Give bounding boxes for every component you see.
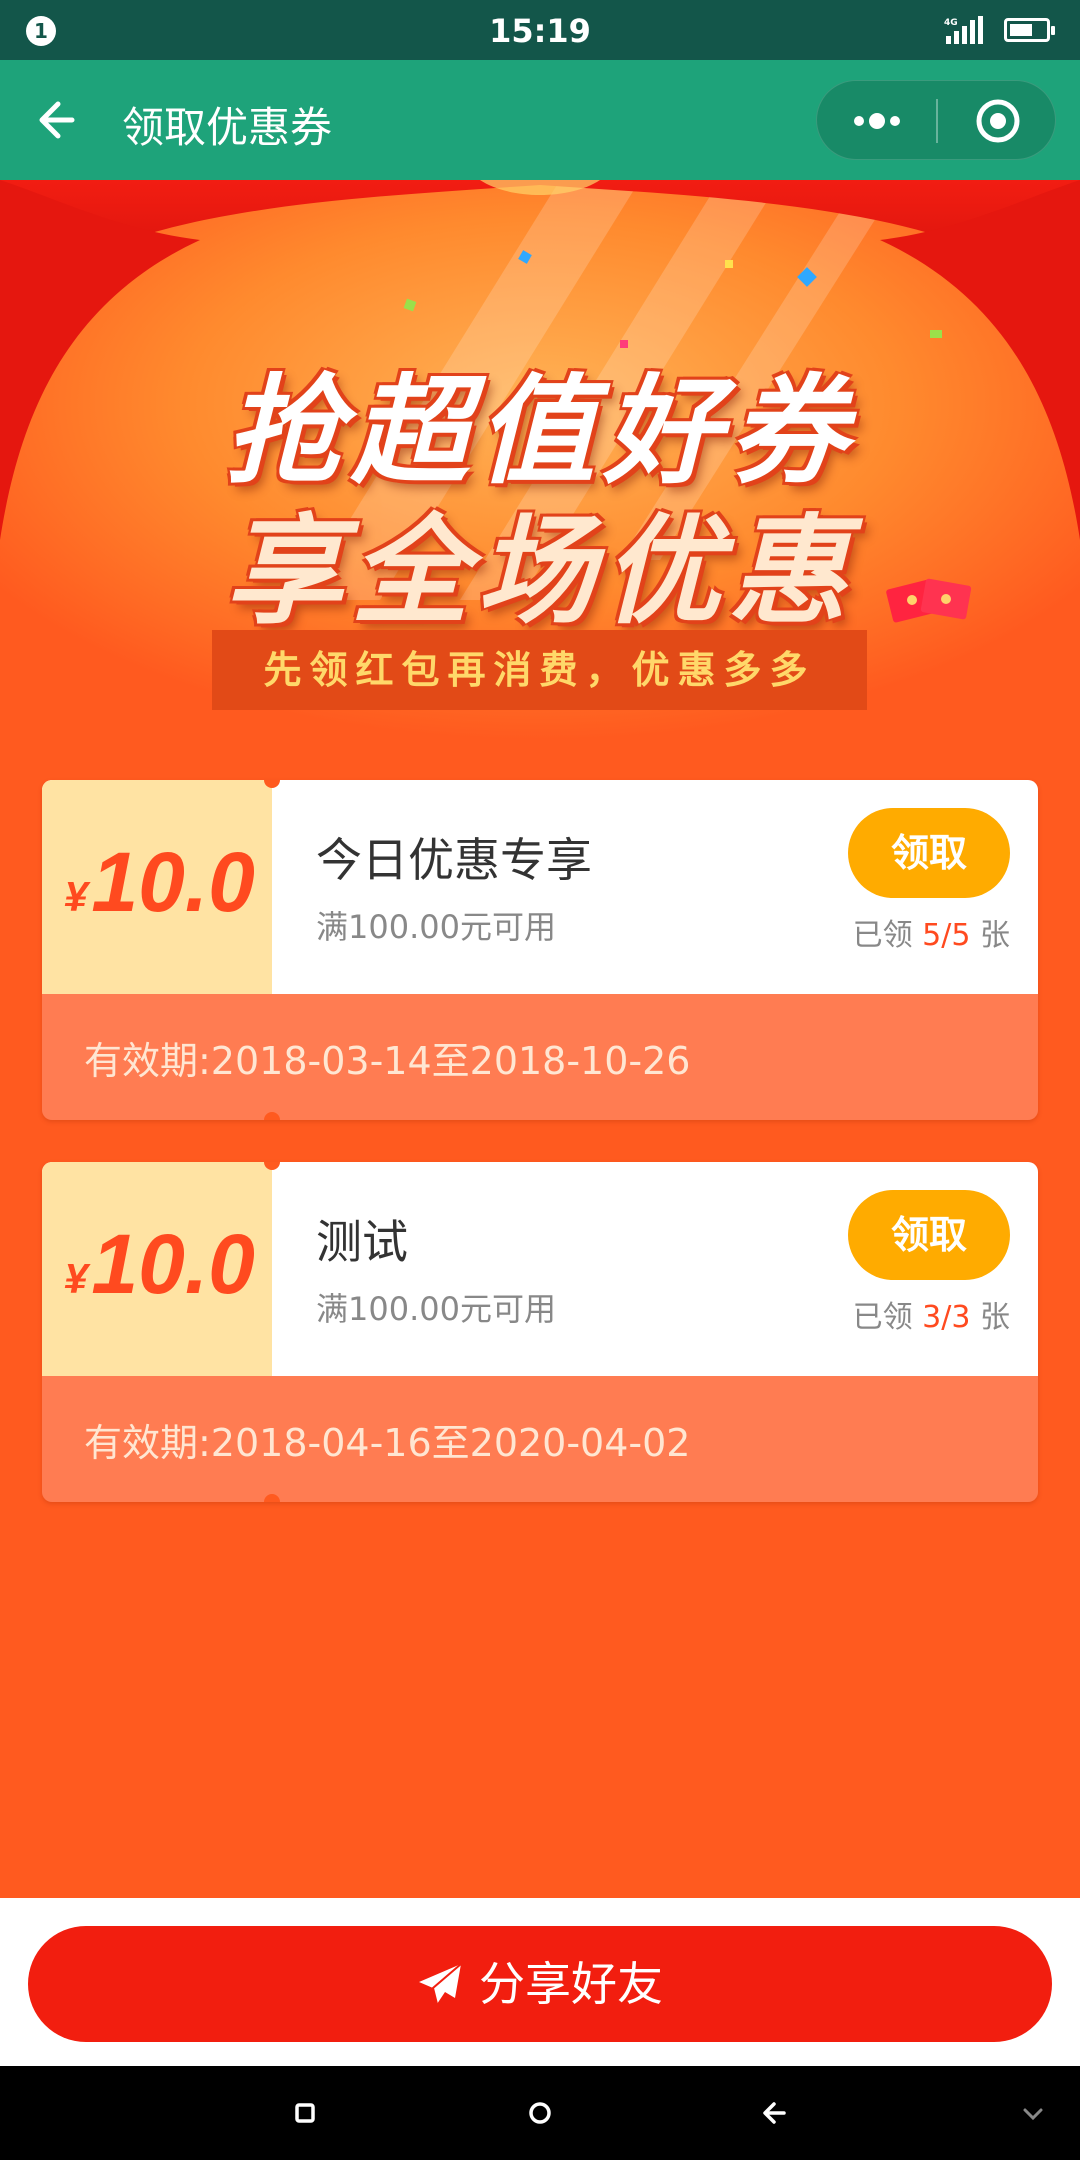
coupon-validity: 有效期:2018-04-16至2020-04-02 [84,1421,691,1465]
page-title: 领取优惠券 [122,103,333,152]
collapse-chevron-icon[interactable] [1010,2090,1056,2136]
back-icon[interactable] [752,2090,798,2136]
claimed-suffix: 张 [980,918,1010,953]
bottom-bar: 分享好友 [0,1898,1080,2066]
promo-banner: 抢超值好券 享全场优惠 先领红包再消费，优惠多多 [0,180,1080,740]
signal-icon: 4G [944,16,983,44]
share-label: 分享好友 [479,1957,663,2011]
status-bar: 1 15:19 4G [0,0,1080,60]
coupon-validity: 有效期:2018-03-14至2018-10-26 [84,1039,691,1083]
claim-button[interactable]: 领取 [848,808,1010,898]
battery-level [1010,24,1032,36]
paper-plane-icon [419,1963,462,2005]
coupon-amount: ¥10.0 [64,1216,255,1313]
currency-symbol: ¥ [64,1255,88,1302]
battery-icon [1004,18,1055,42]
coupon-condition: 满100.00元可用 [316,908,556,946]
banner-subtitle: 先领红包再消费，优惠多多 [212,630,867,710]
coupon-name: 测试 [316,1215,408,1269]
claimed-count: 已领 3/3 张 [853,1292,1010,1336]
coupon-amount-box: ¥10.0 [42,780,272,994]
system-nav-bar [0,2066,1080,2160]
close-target-icon[interactable] [938,81,1057,161]
coupon-amount-box: ¥10.0 [42,1162,272,1376]
claimed-ratio: 3/3 [922,1300,971,1335]
claimed-prefix: 已领 [852,1300,913,1335]
coupon-name: 今日优惠专享 [316,833,592,887]
red-envelope-icon [886,578,972,623]
claimed-count: 已领 5/5 张 [853,910,1010,954]
network-type-label: 4G [944,18,958,28]
claimed-suffix: 张 [980,1300,1010,1335]
claimed-ratio: 5/5 [922,918,971,953]
share-friends-button[interactable]: 分享好友 [28,1926,1052,2042]
currency-symbol: ¥ [64,873,88,920]
coupon-main: ¥10.0 测试 满100.00元可用 领取 已领 3/3 张 [42,1162,1038,1376]
coupon-notch-bottom [264,1112,280,1120]
coupon-amount: ¥10.0 [64,834,255,931]
more-dots-icon[interactable] [817,81,937,161]
claim-button[interactable]: 领取 [848,1190,1010,1280]
coupon-notch-bottom [264,1494,280,1502]
coupon-value: 10.0 [91,1217,255,1311]
capsule-menu [816,80,1056,160]
coupon-card: ¥10.0 测试 满100.00元可用 领取 已领 3/3 张 有效期:2018… [42,1162,1038,1502]
claimed-prefix: 已领 [852,918,913,953]
nav-bar: 领取优惠券 [0,60,1080,180]
coupon-value: 10.0 [91,835,255,929]
coupon-main: ¥10.0 今日优惠专享 满100.00元可用 领取 已领 5/5 张 [42,780,1038,994]
recents-square-icon[interactable] [282,2090,328,2136]
coupon-card: ¥10.0 今日优惠专享 满100.00元可用 领取 已领 5/5 张 有效期:… [42,780,1038,1120]
status-time: 15:19 [489,12,591,50]
coupon-condition: 满100.00元可用 [316,1290,556,1328]
home-circle-icon[interactable] [517,2090,563,2136]
back-arrow-icon[interactable] [28,88,92,152]
